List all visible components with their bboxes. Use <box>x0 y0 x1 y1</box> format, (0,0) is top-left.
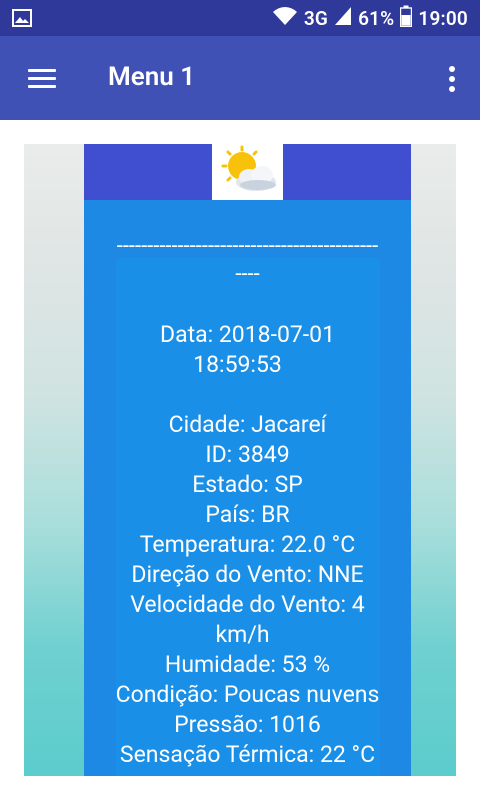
humidity-label: Humidade: 53 % <box>164 651 331 678</box>
wind-speed-label: Velocidade do Vento: 4 <box>130 591 365 618</box>
pressure-label: Pressão: 1016 <box>174 711 321 738</box>
menu-icon[interactable] <box>28 69 56 89</box>
separator-line: ----------------------------------------… <box>116 234 379 259</box>
status-bar: 3G 61% 19:00 <box>0 0 480 36</box>
wind-speed-unit: km/h <box>215 621 270 648</box>
id-label: ID: 3849 <box>205 441 290 468</box>
app-bar: Menu 1 <box>0 36 480 120</box>
condition-label: Condição: Poucas nuvens <box>115 681 380 708</box>
page-title: Menu 1 <box>108 62 196 92</box>
more-options-icon[interactable] <box>448 66 456 92</box>
signal-icon <box>334 6 352 30</box>
battery-icon <box>400 5 413 31</box>
network-type: 3G <box>303 6 329 30</box>
partly-cloudy-icon <box>212 144 283 200</box>
temperature-label: Temperatura: 22.0 °C <box>139 531 356 558</box>
country-label: País: BR <box>205 501 290 528</box>
date-label: Data: 2018-07-01 <box>159 321 336 348</box>
city-label: Cidade: Jacareí <box>168 411 327 438</box>
image-icon <box>12 8 32 28</box>
weather-panel: ----------------------------------------… <box>84 144 411 776</box>
battery-percent: 61% <box>358 6 395 30</box>
time-label: 18:59:53 <box>193 351 282 378</box>
clock: 19:00 <box>418 6 468 30</box>
state-label: Estado: SP <box>192 471 303 498</box>
wind-direction-label: Direção do Vento: NNE <box>131 561 364 588</box>
feels-like-label: Sensação Térmica: 22 °C <box>119 741 376 768</box>
separator-line-tail: ---- <box>235 262 260 287</box>
wifi-icon <box>272 6 298 30</box>
weather-info: Data: 2018-07-01 18:59:53 Cidade: Jacare… <box>84 320 411 770</box>
